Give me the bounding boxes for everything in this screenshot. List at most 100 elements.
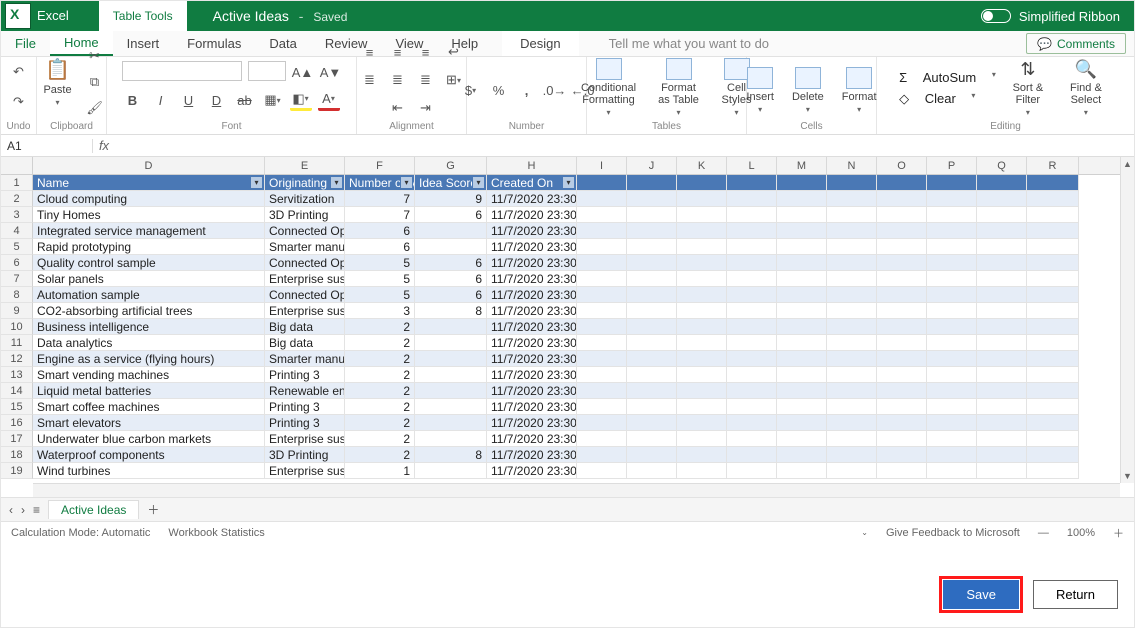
cell[interactable]: 6 <box>415 271 487 287</box>
row-header[interactable]: 15 <box>1 399 33 415</box>
cell[interactable] <box>977 399 1027 415</box>
cell[interactable]: Connected Oper <box>265 223 345 239</box>
cell[interactable]: Business intelligence <box>33 319 265 335</box>
cell[interactable] <box>877 303 927 319</box>
cell[interactable]: Smart vending machines <box>33 367 265 383</box>
row-header[interactable]: 10 <box>1 319 33 335</box>
cell[interactable]: CO2-absorbing artificial trees <box>33 303 265 319</box>
table-row[interactable]: 11Data analyticsBig data211/7/2020 23:30 <box>1 335 1120 351</box>
cell[interactable] <box>1027 431 1079 447</box>
cell[interactable] <box>627 175 677 191</box>
vertical-scrollbar[interactable]: ▲ ▼ <box>1120 157 1134 483</box>
cell[interactable] <box>577 319 627 335</box>
cell[interactable] <box>777 207 827 223</box>
cell[interactable]: Solar panels <box>33 271 265 287</box>
cell[interactable] <box>977 367 1027 383</box>
cell[interactable] <box>415 463 487 479</box>
cell[interactable] <box>877 207 927 223</box>
cell[interactable] <box>677 463 727 479</box>
cell[interactable] <box>927 255 977 271</box>
cell[interactable]: Number of V <box>345 175 415 191</box>
cell[interactable] <box>777 431 827 447</box>
row-header[interactable]: 6 <box>1 255 33 271</box>
cell[interactable] <box>977 351 1027 367</box>
double-underline-button[interactable]: D <box>206 89 228 111</box>
cell[interactable] <box>677 207 727 223</box>
cell[interactable] <box>677 255 727 271</box>
cell[interactable] <box>727 223 777 239</box>
cell[interactable]: 11/7/2020 23:30 <box>487 463 577 479</box>
cell[interactable] <box>577 351 627 367</box>
col-header-E[interactable]: E <box>265 157 345 174</box>
cell[interactable] <box>577 207 627 223</box>
cell[interactable] <box>977 223 1027 239</box>
cell[interactable] <box>927 415 977 431</box>
row-header[interactable]: 2 <box>1 191 33 207</box>
cell[interactable]: Enterprise susta <box>265 271 345 287</box>
cell[interactable]: 11/7/2020 23:30 <box>487 303 577 319</box>
cell[interactable]: 6 <box>415 287 487 303</box>
cell[interactable] <box>927 239 977 255</box>
cell[interactable] <box>577 271 627 287</box>
cell[interactable] <box>977 207 1027 223</box>
cell[interactable] <box>927 287 977 303</box>
cell[interactable]: 11/7/2020 23:30 <box>487 191 577 207</box>
cell[interactable]: 11/7/2020 23:30 <box>487 223 577 239</box>
align-right-button[interactable]: ≣ <box>415 69 437 91</box>
save-button[interactable]: Save <box>943 580 1019 609</box>
cell[interactable] <box>627 239 677 255</box>
table-row[interactable]: 8Automation sampleConnected Oper5611/7/2… <box>1 287 1120 303</box>
horizontal-scrollbar[interactable] <box>33 483 1120 497</box>
col-header-G[interactable]: G <box>415 157 487 174</box>
cell[interactable] <box>927 207 977 223</box>
cell[interactable] <box>827 223 877 239</box>
italic-button[interactable]: I <box>150 89 172 111</box>
cell[interactable] <box>1027 367 1079 383</box>
cell[interactable]: Smarter manufa <box>265 351 345 367</box>
cell[interactable] <box>727 335 777 351</box>
scroll-up-icon[interactable]: ▲ <box>1121 157 1134 171</box>
cell[interactable] <box>977 415 1027 431</box>
decrease-indent-button[interactable]: ⇤ <box>387 97 409 119</box>
cell[interactable]: 11/7/2020 23:30 <box>487 207 577 223</box>
cell[interactable] <box>977 447 1027 463</box>
cell[interactable] <box>827 415 877 431</box>
cell[interactable]: 2 <box>345 319 415 335</box>
comments-button[interactable]: 💬 Comments <box>1026 33 1126 54</box>
cell[interactable]: Liquid metal batteries <box>33 383 265 399</box>
cell[interactable]: 5 <box>345 271 415 287</box>
cell[interactable] <box>1027 463 1079 479</box>
table-row[interactable]: 15Smart coffee machinesPrinting 3211/7/2… <box>1 399 1120 415</box>
cell[interactable] <box>1027 287 1079 303</box>
cell[interactable]: Servitization <box>265 191 345 207</box>
cell[interactable] <box>777 447 827 463</box>
cell[interactable] <box>577 175 627 191</box>
cell[interactable] <box>727 319 777 335</box>
cell[interactable]: 8 <box>415 447 487 463</box>
contextual-tab-tabletools[interactable]: Table Tools <box>99 1 187 31</box>
cell[interactable]: 5 <box>345 287 415 303</box>
cell[interactable] <box>877 319 927 335</box>
cell[interactable]: Enterprise susta <box>265 303 345 319</box>
name-box[interactable]: A1 <box>1 139 93 153</box>
cell[interactable]: Connected Oper <box>265 255 345 271</box>
tab-design[interactable]: Design <box>502 31 578 56</box>
cell[interactable] <box>727 255 777 271</box>
format-cells-button[interactable]: Format▾ <box>836 65 883 116</box>
cell[interactable] <box>977 255 1027 271</box>
return-button[interactable]: Return <box>1033 580 1118 609</box>
cell[interactable]: 11/7/2020 23:30 <box>487 335 577 351</box>
cell[interactable] <box>727 303 777 319</box>
tab-formulas[interactable]: Formulas <box>173 31 255 56</box>
cell[interactable] <box>677 415 727 431</box>
cell[interactable] <box>977 431 1027 447</box>
cell[interactable] <box>777 255 827 271</box>
cell[interactable] <box>877 287 927 303</box>
cell[interactable]: 2 <box>345 351 415 367</box>
table-row[interactable]: 6Quality control sampleConnected Oper561… <box>1 255 1120 271</box>
cell[interactable] <box>927 175 977 191</box>
tab-insert[interactable]: Insert <box>113 31 174 56</box>
row-header[interactable]: 14 <box>1 383 33 399</box>
autosum-button[interactable]: Σ AutoSum ▾ <box>899 70 996 85</box>
row-header[interactable]: 19 <box>1 463 33 479</box>
